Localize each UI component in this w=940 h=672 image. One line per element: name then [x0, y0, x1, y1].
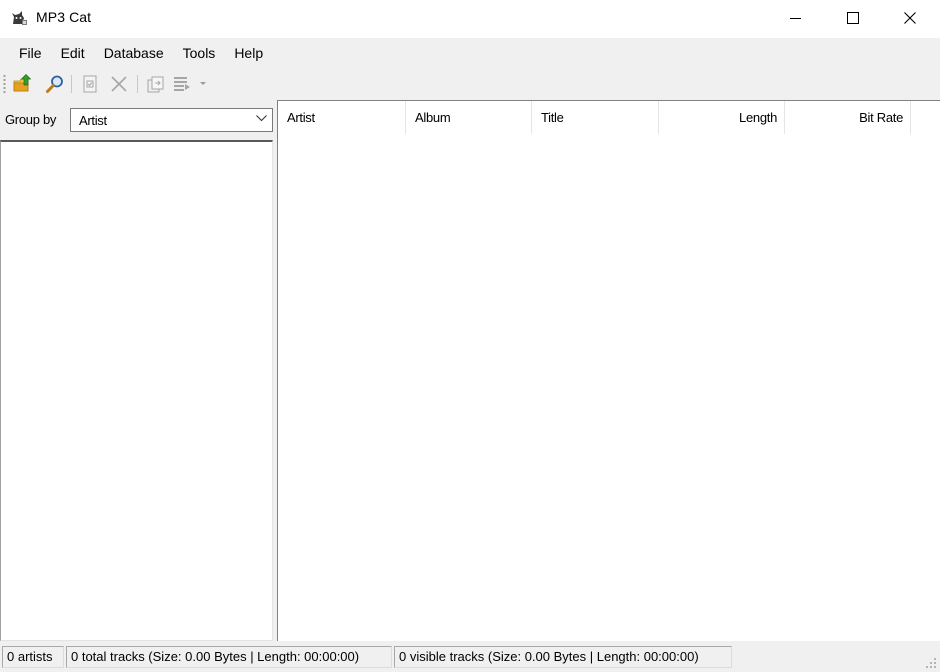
- chevron-down-icon: [200, 82, 206, 85]
- properties-button[interactable]: [79, 73, 101, 95]
- group-tree[interactable]: [0, 140, 273, 641]
- status-visible-tracks: 0 visible tracks (Size: 0.00 Bytes | Len…: [394, 646, 732, 668]
- report-button[interactable]: [171, 73, 193, 95]
- minimize-button[interactable]: [773, 0, 819, 36]
- column-header-title[interactable]: Title: [532, 101, 659, 134]
- column-header-label: Artist: [287, 110, 315, 125]
- menu-database[interactable]: Database: [96, 41, 172, 65]
- search-icon: [46, 75, 63, 93]
- column-header-bit-rate[interactable]: Bit Rate: [785, 101, 911, 134]
- column-header-artist[interactable]: Artist: [278, 101, 406, 134]
- properties-icon: [83, 75, 97, 93]
- report-icon: [174, 77, 190, 91]
- menu-file[interactable]: File: [11, 41, 50, 65]
- export-button[interactable]: [145, 73, 167, 95]
- close-button[interactable]: [887, 0, 933, 36]
- maximize-button[interactable]: [830, 0, 876, 36]
- resize-grip-icon[interactable]: [925, 657, 937, 669]
- search-button[interactable]: [44, 73, 66, 95]
- column-header-label: Length: [739, 110, 777, 125]
- report-dropdown-button[interactable]: [196, 73, 210, 95]
- track-list[interactable]: Artist Album Title Length Bit Rate: [277, 100, 940, 641]
- add-folder-button[interactable]: [12, 73, 34, 95]
- column-header-label: Bit Rate: [859, 110, 903, 125]
- mp3cat-app-icon: [12, 11, 27, 25]
- maximize-icon: [847, 12, 859, 24]
- status-bar: 0 artists 0 total tracks (Size: 0.00 Byt…: [0, 641, 940, 672]
- toolbar-separator: [71, 75, 72, 93]
- menu-tools[interactable]: Tools: [175, 41, 224, 65]
- toolbar-separator: [137, 75, 138, 93]
- export-icon: [147, 76, 164, 93]
- chevron-down-icon: [256, 115, 267, 122]
- add-folder-icon: [13, 74, 32, 92]
- status-artists: 0 artists: [2, 646, 64, 668]
- window-title: MP3 Cat: [36, 9, 92, 25]
- column-header-label: Album: [415, 110, 451, 125]
- group-by-value: Artist: [79, 113, 107, 128]
- group-by-label: Group by: [5, 112, 57, 127]
- minimize-icon: [790, 18, 801, 19]
- menu-help[interactable]: Help: [226, 41, 271, 65]
- column-header-length[interactable]: Length: [659, 101, 785, 134]
- column-header-album[interactable]: Album: [406, 101, 532, 134]
- track-list-body[interactable]: [278, 134, 940, 641]
- delete-button[interactable]: [108, 73, 130, 95]
- status-total-tracks: 0 total tracks (Size: 0.00 Bytes | Lengt…: [66, 646, 392, 668]
- toolbar-grip[interactable]: [3, 74, 6, 94]
- group-panel: Group by Artist: [0, 100, 273, 641]
- menu-edit[interactable]: Edit: [53, 41, 93, 65]
- track-list-header: Artist Album Title Length Bit Rate: [278, 101, 940, 134]
- group-by-select[interactable]: Artist: [70, 108, 273, 132]
- toolbar: [0, 68, 940, 100]
- column-header-label: Title: [541, 110, 564, 125]
- delete-icon: [111, 76, 127, 92]
- menu-bar: File Edit Database Tools Help: [0, 38, 940, 68]
- close-icon: [904, 12, 916, 24]
- title-bar: MP3 Cat: [0, 0, 940, 38]
